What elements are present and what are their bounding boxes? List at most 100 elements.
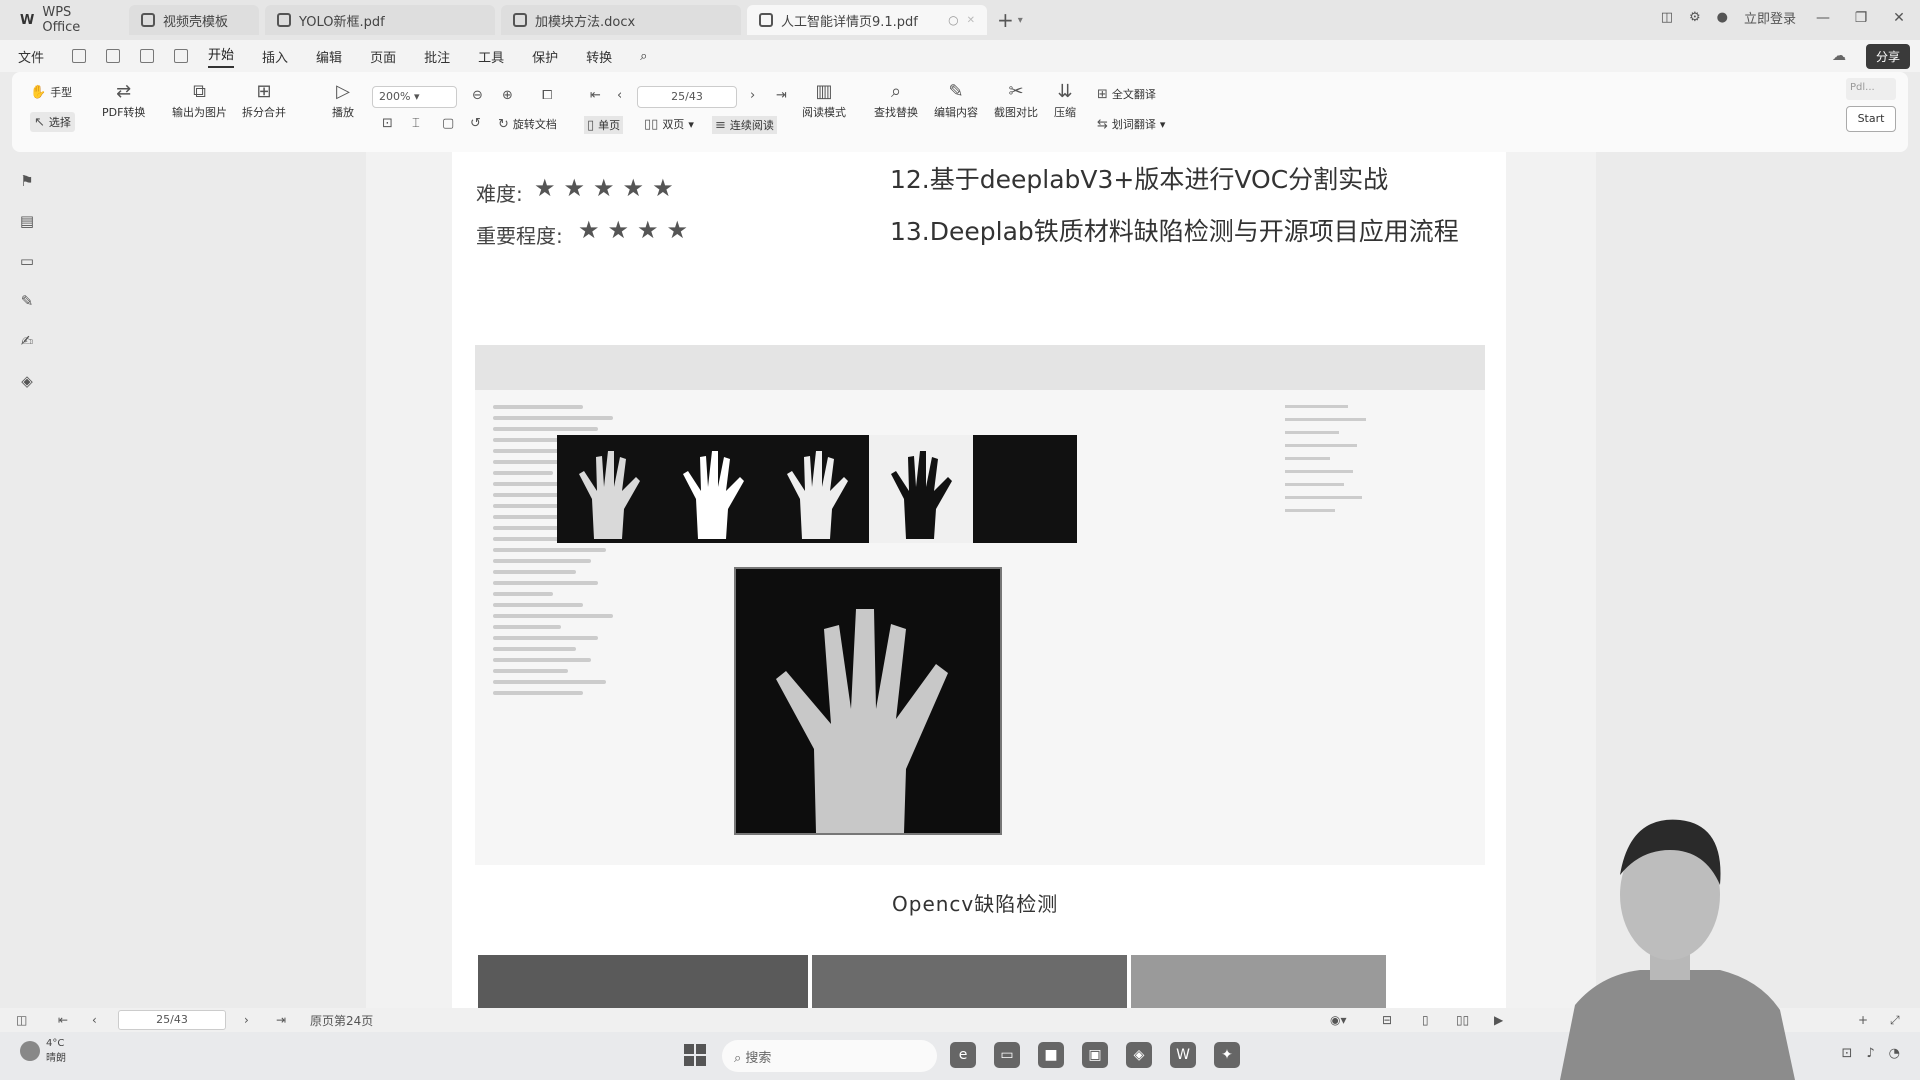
menu-page[interactable]: 页面 bbox=[370, 47, 396, 66]
sidebar-toggle-icon[interactable]: ◫ bbox=[16, 1013, 27, 1027]
export-image-button[interactable]: ⧉ 输出为图片 bbox=[172, 80, 227, 120]
tab-active-pdf[interactable]: 人工智能详情页9.1.pdf ○ ✕ bbox=[747, 5, 987, 35]
signature-icon[interactable]: ✍ bbox=[18, 332, 36, 350]
menu-start[interactable]: 开始 bbox=[208, 44, 235, 68]
fit-icon[interactable]: ⊟ bbox=[1382, 1013, 1392, 1027]
save-icon[interactable] bbox=[106, 49, 121, 63]
notification-icon[interactable]: ◔ bbox=[1889, 1046, 1900, 1061]
zoom-select[interactable]: 200% ▾ bbox=[372, 86, 457, 108]
menu-file[interactable]: 文件 bbox=[18, 47, 44, 66]
find-replace-button[interactable]: ⌕ 查找替换 bbox=[874, 80, 918, 120]
open-file-icon[interactable] bbox=[72, 49, 87, 63]
read-mode-button[interactable]: ▥ 阅读模式 bbox=[802, 80, 846, 120]
settings-icon[interactable]: ⚙ bbox=[1689, 10, 1701, 25]
menu-protect[interactable]: 保护 bbox=[532, 47, 558, 66]
wps-icon[interactable]: W bbox=[1170, 1042, 1196, 1068]
login-link[interactable]: 立即登录 bbox=[1744, 8, 1796, 27]
cloud-icon[interactable]: ☁ bbox=[1832, 48, 1846, 64]
fit-width-icon[interactable]: ⊡ bbox=[382, 116, 393, 131]
word-translate-button[interactable]: ⇆ 划词翻译 ▾ bbox=[1097, 116, 1165, 132]
play-icon[interactable]: ▶ bbox=[1494, 1013, 1503, 1027]
zoom-in-icon[interactable]: + bbox=[1858, 1013, 1868, 1027]
last-page-icon[interactable]: ⇥ bbox=[776, 88, 787, 103]
first-page-icon[interactable]: ⇤ bbox=[58, 1013, 68, 1027]
comment-icon[interactable]: ▭ bbox=[18, 252, 36, 270]
importance-stars: ★★★★ bbox=[578, 216, 697, 244]
page-number-input[interactable]: 25/43 bbox=[637, 86, 737, 108]
full-translate-button[interactable]: ⊞ 全文翻译 bbox=[1097, 86, 1156, 102]
tab-video-template[interactable]: 视频壳模板 bbox=[129, 5, 259, 35]
close-window-button[interactable]: ✕ bbox=[1888, 10, 1910, 26]
tab-wps-office[interactable]: W WPS Office bbox=[8, 5, 123, 35]
search-icon[interactable]: ⌕ bbox=[640, 49, 647, 64]
prev-page-icon[interactable]: ‹ bbox=[92, 1013, 97, 1027]
menu-edit[interactable]: 编辑 bbox=[316, 47, 342, 66]
fullscreen-icon[interactable]: ⤢ bbox=[1890, 1013, 1900, 1028]
layout-icon[interactable]: ◫ bbox=[1661, 10, 1673, 25]
layers-icon[interactable]: ◈ bbox=[18, 372, 36, 390]
first-page-icon[interactable]: ⇤ bbox=[590, 88, 601, 103]
hand-tool[interactable]: ✋ 手型 bbox=[30, 84, 72, 100]
taskbar-search[interactable]: ⌕ 搜索 bbox=[722, 1040, 937, 1072]
thumbnail-icon[interactable]: ▤ bbox=[18, 212, 36, 230]
tab-pin-icon[interactable]: ○ bbox=[948, 13, 958, 27]
play-button[interactable]: ▷ 播放 bbox=[332, 80, 354, 120]
select-label: 选择 bbox=[48, 116, 71, 129]
continuous-read-button[interactable]: ≡ 连续阅读 bbox=[712, 116, 777, 134]
tab-yolo-pdf[interactable]: YOLO新框.pdf bbox=[265, 5, 495, 35]
app-icon[interactable]: ■ bbox=[1038, 1042, 1064, 1068]
split-merge-button[interactable]: ⊞ 拆分合并 bbox=[242, 80, 286, 120]
next-page-icon[interactable]: › bbox=[244, 1013, 249, 1027]
app-icon[interactable]: ▣ bbox=[1082, 1042, 1108, 1068]
undo-icon[interactable] bbox=[174, 49, 189, 63]
double-view-icon[interactable]: ▯▯ bbox=[1456, 1013, 1469, 1027]
print-icon[interactable] bbox=[140, 49, 155, 63]
prev-page-icon[interactable]: ‹ bbox=[617, 88, 622, 103]
pdf-thumbnail[interactable]: Pdl... bbox=[1846, 78, 1896, 100]
tab-docx[interactable]: 加模块方法.docx bbox=[501, 5, 741, 35]
compress-label: 压缩 bbox=[1054, 106, 1076, 119]
network-icon[interactable]: ⊡ bbox=[1841, 1046, 1852, 1061]
minimize-button[interactable]: — bbox=[1812, 10, 1834, 26]
chevron-down-icon[interactable]: ▾ bbox=[1018, 15, 1023, 26]
folder-icon[interactable]: ▭ bbox=[994, 1042, 1020, 1068]
rotate-doc-button[interactable]: ↻ 旋转文档 bbox=[498, 116, 557, 132]
menu-convert[interactable]: 转换 bbox=[586, 47, 612, 66]
tab-close-icon[interactable]: ✕ bbox=[967, 15, 975, 26]
single-page-button[interactable]: ▯ 单页 bbox=[584, 116, 624, 134]
menu-comment[interactable]: 批注 bbox=[424, 47, 450, 66]
frame-icon[interactable]: ▢ bbox=[442, 116, 454, 131]
share-button[interactable]: 分享 bbox=[1865, 44, 1910, 69]
user-avatar-icon[interactable]: ● bbox=[1717, 10, 1728, 25]
new-tab-button[interactable]: + bbox=[997, 8, 1014, 32]
restore-button[interactable]: ❐ bbox=[1850, 10, 1872, 26]
edit-content-button[interactable]: ✎ 编辑内容 bbox=[934, 80, 978, 120]
volume-icon[interactable]: ♪ bbox=[1866, 1046, 1874, 1061]
crop-icon[interactable]: ⌶ bbox=[412, 116, 420, 131]
hand-icon: ✋ bbox=[30, 84, 47, 100]
select-tool[interactable]: ↖ 选择 bbox=[30, 112, 75, 132]
menu-insert[interactable]: 插入 bbox=[262, 47, 288, 66]
menu-tools[interactable]: 工具 bbox=[478, 47, 504, 66]
app-icon[interactable]: ✦ bbox=[1214, 1042, 1240, 1068]
single-view-icon[interactable]: ▯ bbox=[1422, 1013, 1429, 1027]
attachment-icon[interactable]: ✎ bbox=[18, 292, 36, 310]
start-button[interactable]: Start bbox=[1846, 106, 1896, 132]
zoom-out-icon[interactable]: ⊖ bbox=[472, 88, 483, 103]
last-page-icon[interactable]: ⇥ bbox=[276, 1013, 286, 1027]
weather-widget[interactable]: 4°C 晴朗 bbox=[20, 1038, 66, 1064]
app-icon[interactable]: ◈ bbox=[1126, 1042, 1152, 1068]
compress-button[interactable]: ⇊ 压缩 bbox=[1054, 80, 1076, 120]
status-page-input[interactable]: 25/43 bbox=[118, 1010, 226, 1030]
pdf-convert-button[interactable]: ⇄ PDF转换 bbox=[102, 80, 145, 120]
double-page-button[interactable]: ▯▯ 双页 ▾ bbox=[644, 116, 694, 132]
zoom-in-icon[interactable]: ⊕ bbox=[502, 88, 513, 103]
edge-icon[interactable]: e bbox=[950, 1042, 976, 1068]
eye-icon[interactable]: ◉▾ bbox=[1330, 1013, 1347, 1027]
bookmark-icon[interactable]: ⚑ bbox=[18, 172, 36, 190]
windows-start-icon[interactable] bbox=[684, 1044, 706, 1066]
rotate-left-icon[interactable]: ↺ bbox=[470, 116, 481, 131]
fit-page-icon[interactable]: ⧠ bbox=[542, 88, 552, 103]
screenshot-compare-button[interactable]: ✂ 截图对比 bbox=[994, 80, 1038, 120]
next-page-icon[interactable]: › bbox=[750, 88, 755, 103]
